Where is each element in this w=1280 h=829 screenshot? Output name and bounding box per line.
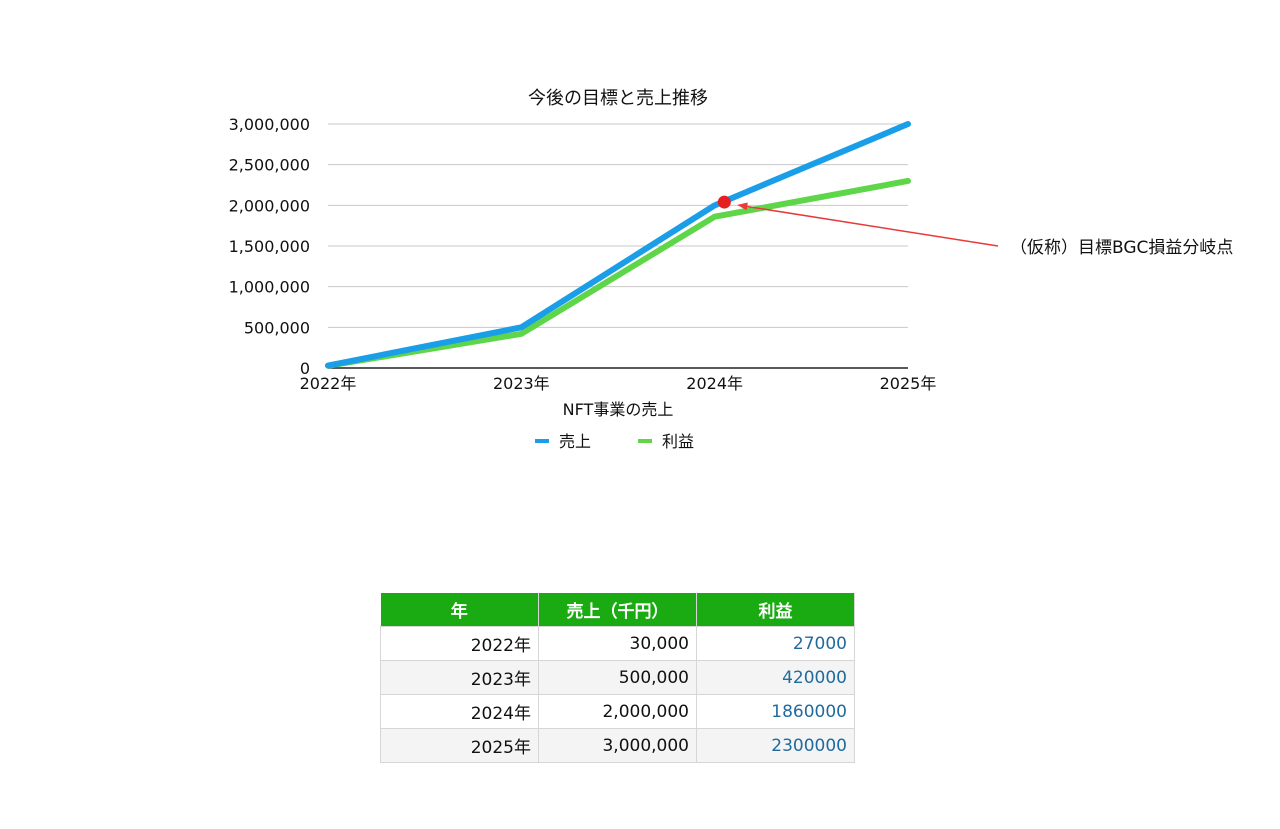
x-tick-label: 2025年 bbox=[880, 374, 937, 393]
table-header-row: 年 売上（千円） 利益 bbox=[380, 593, 855, 627]
y-tick-label: 1,500,000 bbox=[229, 237, 310, 256]
table-row: 2024年 2,000,000 1860000 bbox=[380, 694, 855, 729]
y-tick-label: 500,000 bbox=[244, 318, 310, 337]
table-cell-profit: 2300000 bbox=[696, 728, 855, 763]
table-row: 2025年 3,000,000 2300000 bbox=[380, 728, 855, 763]
annotation-arrow bbox=[737, 202, 999, 247]
table-cell-sales: 500,000 bbox=[538, 660, 697, 695]
table-cell-sales: 2,000,000 bbox=[538, 694, 697, 729]
table-row: 2023年 500,000 420000 bbox=[380, 660, 855, 695]
table-cell-profit: 420000 bbox=[696, 660, 855, 695]
y-tick-label: 2,000,000 bbox=[229, 196, 310, 215]
table-cell-sales: 3,000,000 bbox=[538, 728, 697, 763]
table-cell-sales: 30,000 bbox=[538, 626, 697, 661]
table-cell-year: 2025年 bbox=[380, 728, 539, 763]
table-header-profit: 利益 bbox=[696, 593, 855, 627]
legend-label: 売上 bbox=[559, 432, 591, 451]
chart-title: 今後の目標と売上推移 bbox=[528, 88, 708, 109]
table-row: 2022年 30,000 27000 bbox=[380, 626, 855, 661]
table-cell-profit: 1860000 bbox=[696, 694, 855, 729]
annotation-marker bbox=[717, 195, 731, 209]
legend-label: 利益 bbox=[662, 432, 694, 451]
annotation-label: （仮称）目標BGC損益分岐点 bbox=[1010, 238, 1233, 258]
y-tick-label: 3,000,000 bbox=[229, 115, 310, 134]
table-cell-year: 2024年 bbox=[380, 694, 539, 729]
series-line-利益 bbox=[325, 177, 911, 369]
table-header-year: 年 bbox=[380, 593, 539, 627]
table-header-sales: 売上（千円） bbox=[538, 593, 697, 627]
table-cell-year: 2023年 bbox=[380, 660, 539, 695]
x-tick-label: 2024年 bbox=[686, 374, 743, 393]
line-chart: 今後の目標と売上推移0500,0001,000,0001,500,0002,00… bbox=[229, 88, 1234, 451]
series-line-売上 bbox=[325, 121, 911, 369]
table-cell-profit: 27000 bbox=[696, 626, 855, 661]
y-tick-label: 1,000,000 bbox=[229, 278, 310, 297]
x-axis-label: NFT事業の売上 bbox=[563, 400, 674, 419]
table-cell-year: 2022年 bbox=[380, 626, 539, 661]
data-table: 年 売上（千円） 利益 2022年 30,000 27000 2023年 500… bbox=[380, 593, 855, 763]
x-tick-label: 2022年 bbox=[300, 374, 357, 393]
x-tick-label: 2023年 bbox=[493, 374, 550, 393]
y-tick-label: 2,500,000 bbox=[229, 156, 310, 175]
